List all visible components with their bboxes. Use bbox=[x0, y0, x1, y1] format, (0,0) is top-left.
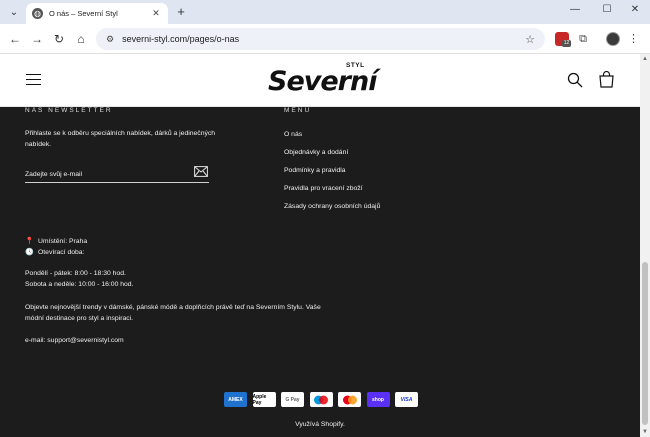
profile-avatar[interactable] bbox=[606, 32, 620, 46]
maestro-icon bbox=[309, 392, 333, 407]
extensions-puzzle-icon[interactable]: ⧉ bbox=[576, 32, 590, 46]
footer-link-terms[interactable]: Podmínky a pravidla bbox=[284, 165, 380, 183]
opening-hours: Pondělí - pátek: 8:00 - 18:30 hod. Sobot… bbox=[25, 268, 133, 290]
pin-icon: 📍 bbox=[25, 238, 34, 245]
active-tab[interactable]: ◍ O nás – Severní Styl ✕ bbox=[26, 3, 168, 24]
page-scrollbar[interactable]: ▲ ▼ bbox=[640, 54, 650, 437]
scroll-up-arrow-icon[interactable]: ▲ bbox=[642, 56, 648, 62]
menu-title: MENU bbox=[284, 107, 312, 114]
tab-strip: ⌄ ◍ O nás – Severní Styl ✕ + — ☐ ✕ bbox=[0, 0, 650, 24]
search-icon[interactable] bbox=[567, 72, 583, 88]
newsletter-description: Přihlaste se k odběru speciálních nabíde… bbox=[25, 130, 216, 148]
scroll-down-arrow-icon[interactable]: ▼ bbox=[642, 429, 648, 435]
minimize-icon[interactable]: — bbox=[568, 4, 582, 15]
home-icon[interactable]: ⌂ bbox=[74, 32, 88, 46]
maximize-icon[interactable]: ☐ bbox=[600, 4, 614, 15]
email-contact-block: e-mail: support@severnistyl.com bbox=[25, 335, 124, 346]
newsletter-email-input[interactable] bbox=[25, 166, 175, 183]
about-line-2: módní destinace pro styl a inspiraci. bbox=[25, 315, 134, 322]
email-contact[interactable]: e-mail: support@severnistyl.com bbox=[25, 335, 124, 346]
globe-icon: ◍ bbox=[32, 8, 43, 19]
newsletter-title: NÁŠ NEWSLETTER bbox=[25, 107, 113, 114]
extension-badge: 12 bbox=[562, 40, 571, 47]
footer-link-orders[interactable]: Objednávky a dodání bbox=[284, 147, 380, 165]
site-info-icon[interactable]: ⚙ bbox=[106, 34, 114, 45]
hamburger-menu-icon[interactable] bbox=[26, 74, 41, 86]
bookmark-star-icon[interactable]: ☆ bbox=[525, 33, 535, 46]
new-tab-plus-icon[interactable]: + bbox=[174, 5, 188, 19]
opening-line: 🕓 Otevírací doba: bbox=[25, 247, 87, 258]
back-arrow-icon[interactable]: ← bbox=[8, 32, 22, 46]
logo-wordmark: Severní bbox=[268, 66, 377, 97]
amex-icon: AMEX bbox=[224, 392, 247, 407]
footer-link-returns[interactable]: Pravidla pro vracení zboží bbox=[284, 183, 380, 201]
powered-by-shopify[interactable]: Využívá Shopify. bbox=[0, 421, 640, 428]
about-line-1: Objevte nejnovější trendy v dámské, páns… bbox=[25, 304, 321, 311]
shop-pay-icon: shop bbox=[366, 392, 390, 407]
visa-icon: VISA bbox=[395, 392, 418, 407]
scrollbar-thumb[interactable] bbox=[642, 262, 648, 425]
clock-icon: 🕓 bbox=[25, 249, 34, 256]
footer-link-privacy[interactable]: Zásady ochrany osobních údajů bbox=[284, 201, 380, 219]
opening-label: Otevírací doba: bbox=[38, 249, 85, 256]
mastercard-icon bbox=[338, 392, 361, 407]
newsletter-form bbox=[25, 163, 209, 183]
about-text: Objevte nejnovější trendy v dámské, páns… bbox=[25, 302, 355, 324]
tab-close-icon[interactable]: ✕ bbox=[150, 8, 162, 19]
tab-search-chevron-icon[interactable]: ⌄ bbox=[6, 4, 22, 20]
location-text: Umístění: Praha bbox=[38, 238, 88, 245]
tab-title: O nás – Severní Styl bbox=[49, 9, 118, 18]
more-menu-icon[interactable]: ⋮ bbox=[628, 32, 639, 46]
cart-bag-icon[interactable] bbox=[599, 71, 614, 88]
google-pay-icon: G Pay bbox=[281, 392, 304, 407]
site-logo[interactable]: Severní STYL bbox=[268, 62, 378, 100]
hours-weekend: Sobota a neděle: 10:00 - 16:00 hod. bbox=[25, 281, 134, 288]
site-footer: NÁŠ NEWSLETTER Přihlaste se k odběru spe… bbox=[0, 107, 640, 437]
reload-icon[interactable]: ↻ bbox=[52, 32, 66, 46]
apple-pay-icon: Apple Pay bbox=[252, 392, 276, 407]
location-line: 📍 Umístění: Praha bbox=[25, 236, 87, 247]
window-close-icon[interactable]: ✕ bbox=[628, 4, 642, 15]
envelope-submit-icon[interactable] bbox=[194, 166, 208, 177]
site-header: Severní STYL bbox=[0, 54, 640, 107]
address-bar[interactable]: ⚙ severni-styl.com/pages/o-nas ☆ bbox=[96, 28, 545, 50]
url-text[interactable]: severni-styl.com/pages/o-nas bbox=[122, 34, 525, 44]
browser-toolbar: ← → ↻ ⌂ ⚙ severni-styl.com/pages/o-nas ☆… bbox=[0, 24, 650, 54]
hours-weekday: Pondělí - pátek: 8:00 - 18:30 hod. bbox=[25, 270, 126, 277]
footer-link-o-nas[interactable]: O nás bbox=[284, 129, 380, 147]
contact-info: 📍 Umístění: Praha 🕓 Otevírací doba: bbox=[25, 236, 87, 258]
payment-icons: AMEX Apple Pay G Pay shop VISA bbox=[224, 392, 424, 407]
footer-menu: O nás Objednávky a dodání Podmínky a pra… bbox=[284, 129, 380, 219]
logo-subtitle: STYL bbox=[346, 62, 365, 69]
forward-arrow-icon[interactable]: → bbox=[30, 32, 44, 46]
